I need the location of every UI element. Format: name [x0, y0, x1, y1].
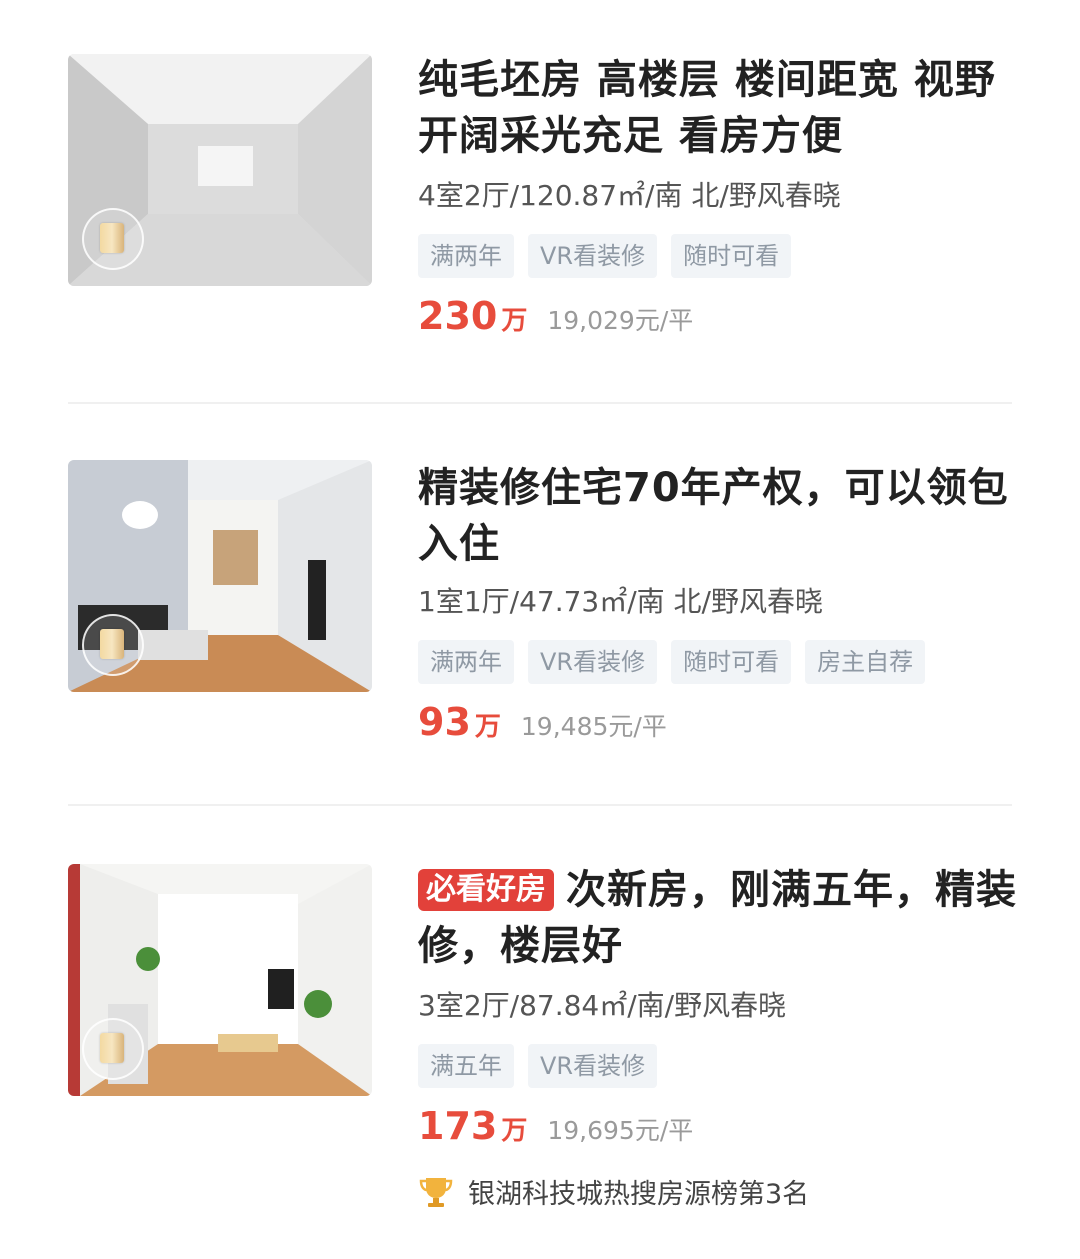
tag: 满两年	[418, 234, 514, 278]
trophy-icon	[419, 1177, 453, 1207]
tag: VR看装修	[528, 234, 658, 278]
total-price-unit: 万	[501, 306, 528, 336]
tag: 随时可看	[671, 234, 792, 278]
unit-price: 19,695元/平	[547, 1116, 694, 1145]
unit-price: 19,029元/平	[547, 306, 694, 335]
vr-3d-icon	[82, 614, 144, 676]
divider	[68, 402, 1012, 404]
listing-photo[interactable]	[68, 460, 372, 692]
listing-info: 4室2厅/120.87㎡/南 北/野风春晓	[418, 179, 841, 212]
unit-price: 19,485元/平	[520, 712, 667, 741]
vr-3d-icon	[82, 1018, 144, 1080]
listing-tags: 满两年 VR看装修 随时可看 房主自荐	[418, 640, 926, 684]
tag: 满五年	[418, 1044, 514, 1088]
tag: VR看装修	[528, 1044, 658, 1088]
price-row: 93 万 19,485元/平	[418, 700, 667, 744]
hot-rank-text: 银湖科技城热搜房源榜第3名	[468, 1179, 810, 1210]
must-see-badge: 必看好房	[418, 869, 554, 911]
tag: 满两年	[418, 640, 514, 684]
vr-3d-icon	[82, 208, 144, 270]
divider	[68, 804, 1012, 806]
total-price: 93	[418, 700, 471, 744]
listing-title[interactable]: 必看好房 次新房，刚满五年，精装修，楼层好	[418, 862, 1018, 974]
listing-photo[interactable]	[68, 864, 372, 1096]
total-price: 230	[418, 294, 498, 338]
tag: 随时可看	[671, 640, 792, 684]
listing-title[interactable]: 精装修住宅70年产权，可以领包入住	[418, 460, 1018, 572]
total-price: 173	[418, 1104, 498, 1148]
listing-title[interactable]: 纯毛坯房 高楼层 楼间距宽 视野开阔采光充足 看房方便	[418, 52, 1018, 164]
tag: 房主自荐	[805, 640, 926, 684]
total-price-unit: 万	[474, 712, 501, 742]
price-row: 230 万 19,029元/平	[418, 294, 693, 338]
listing-title-text: 精装修住宅70年产权，可以领包入住	[418, 465, 1009, 567]
listing-info: 3室2厅/87.84㎡/南/野风春晓	[418, 989, 787, 1022]
listing-tags: 满五年 VR看装修	[418, 1044, 658, 1088]
hot-rank-row[interactable]: 银湖科技城热搜房源榜第3名	[418, 1172, 809, 1211]
tag: VR看装修	[528, 640, 658, 684]
price-row: 173 万 19,695元/平	[418, 1104, 693, 1148]
listing-title-text: 纯毛坯房 高楼层 楼间距宽 视野开阔采光充足 看房方便	[418, 57, 996, 159]
listing-photo[interactable]	[68, 54, 372, 286]
listing-tags: 满两年 VR看装修 随时可看	[418, 234, 792, 278]
listing-info: 1室1厅/47.73㎡/南 北/野风春晓	[418, 585, 823, 618]
total-price-unit: 万	[501, 1116, 528, 1146]
